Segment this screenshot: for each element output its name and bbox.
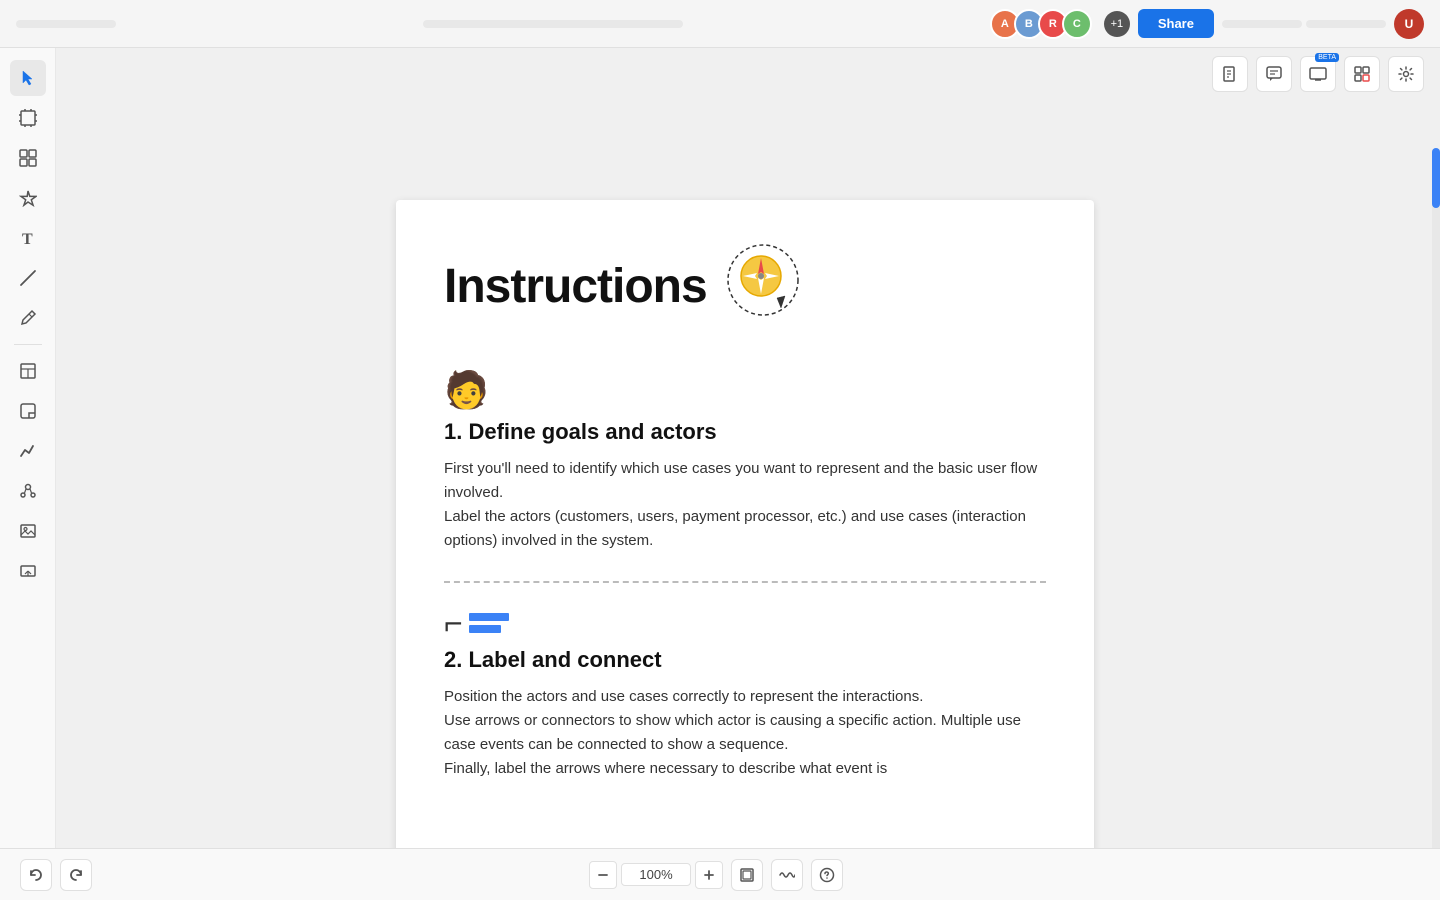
canvas-area[interactable]: Instructions <box>56 48 1440 900</box>
section-2: ⌐ 2. Label and connect Position the acto… <box>444 607 1046 781</box>
uml-bar-2 <box>469 625 501 633</box>
second-toolbar: BETA <box>1196 48 1440 100</box>
uml-bar-1 <box>469 613 509 621</box>
zoom-minus-button[interactable] <box>589 861 617 889</box>
settings-icon-btn[interactable] <box>1388 56 1424 92</box>
bottom-toolbar: 100% <box>0 848 1440 900</box>
breadcrumb[interactable] <box>423 20 683 28</box>
wave-button[interactable] <box>771 859 803 891</box>
section-1-text: First you'll need to identify which use … <box>444 457 1046 553</box>
sidebar-tool-sticky[interactable] <box>10 393 46 429</box>
compass-decoration <box>723 240 803 333</box>
sidebar-divider-1 <box>14 344 42 345</box>
top-bar-center <box>423 20 683 28</box>
sidebar-tool-text[interactable]: T <box>10 220 46 256</box>
redo-button[interactable] <box>60 859 92 891</box>
share-button[interactable]: Share <box>1138 9 1214 38</box>
sidebar-tool-frame[interactable] <box>10 100 46 136</box>
bottom-left <box>20 859 92 891</box>
zoom-value[interactable]: 100% <box>621 863 691 886</box>
action-btn-2[interactable] <box>1306 20 1386 28</box>
scrollbar-track[interactable] <box>1432 148 1440 860</box>
section-1-emoji: 🧑 <box>444 369 1046 411</box>
section-1: 🧑 1. Define goals and actors First you'l… <box>444 369 1046 553</box>
pages-icon-btn[interactable] <box>1212 56 1248 92</box>
left-sidebar: T <box>0 48 56 900</box>
connect-icon-btn[interactable] <box>1344 56 1380 92</box>
sidebar-tool-star[interactable] <box>10 180 46 216</box>
present-icon-btn[interactable]: BETA <box>1300 56 1336 92</box>
dashed-divider <box>444 581 1046 583</box>
avatar-group: A B R C <box>990 9 1092 39</box>
plus-badge: +1 <box>1104 11 1130 37</box>
section-2-text: Position the actors and use cases correc… <box>444 685 1046 781</box>
user-avatar[interactable]: U <box>1394 9 1424 39</box>
doc-title-row: Instructions <box>444 240 1046 333</box>
app-title[interactable] <box>16 20 116 28</box>
sidebar-tool-table[interactable] <box>10 353 46 389</box>
sidebar-tool-diagram[interactable] <box>10 473 46 509</box>
top-bar-right: A B R C +1 Share U <box>990 9 1424 39</box>
uml-icon: ⌐ <box>444 607 1046 639</box>
avatar-4: C <box>1062 9 1092 39</box>
sidebar-tool-image[interactable] <box>10 513 46 549</box>
action-btn-1[interactable] <box>1222 20 1302 28</box>
bottom-center: 100% <box>589 859 843 891</box>
sidebar-tool-chart[interactable] <box>10 433 46 469</box>
zoom-control: 100% <box>589 861 723 889</box>
help-button[interactable] <box>811 859 843 891</box>
sidebar-tool-embed[interactable] <box>10 553 46 589</box>
top-bar: A B R C +1 Share U <box>0 0 1440 48</box>
chat-icon-btn[interactable] <box>1256 56 1292 92</box>
scrollbar-thumb[interactable] <box>1432 148 1440 208</box>
uml-bars <box>469 613 509 633</box>
uml-bracket: ⌐ <box>444 607 463 639</box>
svg-text:T: T <box>22 231 33 247</box>
doc-title: Instructions <box>444 259 707 314</box>
sidebar-tool-select[interactable] <box>10 60 46 96</box>
sidebar-tool-line[interactable] <box>10 260 46 296</box>
top-bar-actions <box>1222 20 1386 28</box>
section-2-heading: 2. Label and connect <box>444 647 1046 673</box>
document-card: Instructions <box>396 200 1094 880</box>
top-bar-left <box>16 20 116 28</box>
section-1-heading: 1. Define goals and actors <box>444 419 1046 445</box>
undo-button[interactable] <box>20 859 52 891</box>
sidebar-tool-pen[interactable] <box>10 300 46 336</box>
fit-view-button[interactable] <box>731 859 763 891</box>
sidebar-tool-components[interactable] <box>10 140 46 176</box>
zoom-plus-button[interactable] <box>695 861 723 889</box>
beta-badge: BETA <box>1315 53 1339 62</box>
